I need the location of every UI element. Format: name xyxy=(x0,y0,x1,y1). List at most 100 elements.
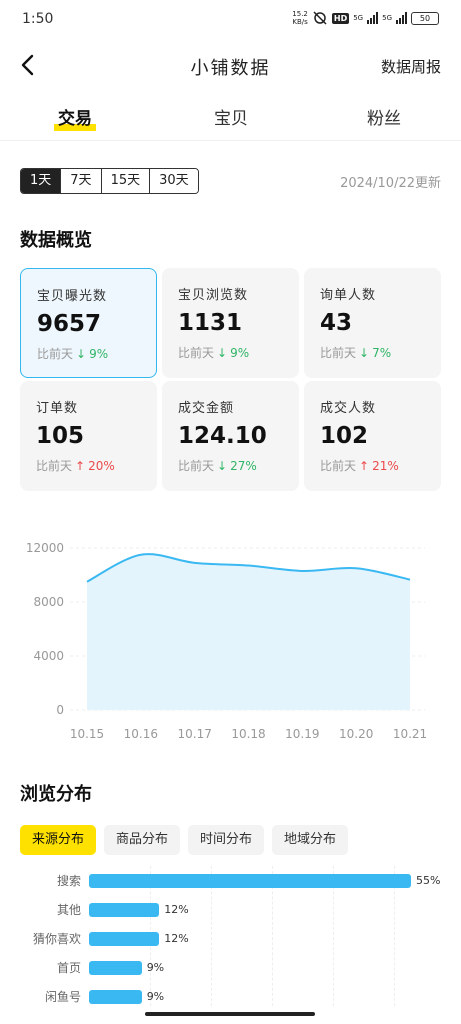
card-label: 宝贝曝光数 xyxy=(37,289,108,304)
card-delta: 9% xyxy=(89,346,109,361)
overview-title: 数据概览 xyxy=(20,230,92,251)
range-option-7d[interactable]: 7天 xyxy=(61,169,102,193)
x-tick-label: 10.18 xyxy=(231,727,265,741)
home-indicator xyxy=(145,1012,315,1016)
status-icons: 15.2 KB/s HD 5G 5G 50 xyxy=(292,10,439,26)
weekly-report-button[interactable]: 数据周报 xyxy=(381,56,441,77)
tab-fans[interactable]: 粉丝 xyxy=(367,104,401,129)
x-tick-label: 10.16 xyxy=(124,727,158,741)
bar-fill[interactable] xyxy=(89,990,142,1004)
card-value: 1131 xyxy=(178,310,243,336)
x-tick-label: 10.20 xyxy=(339,727,373,741)
date-range-selector: 1天 7天 15天 30天 xyxy=(20,168,199,194)
net-speed-unit: KB/s xyxy=(292,18,308,26)
compare-label: 比前天 xyxy=(320,346,357,360)
compare-label: 比前天 xyxy=(320,459,357,473)
card-label: 成交人数 xyxy=(320,401,377,416)
bar-value-label: 9% xyxy=(146,961,165,974)
compare-label: 比前天 xyxy=(178,346,215,360)
tab-time-distribution[interactable]: 时间分布 xyxy=(188,825,265,855)
signal-label-2: 5G xyxy=(382,13,392,22)
bar-label: 其他 xyxy=(56,903,81,917)
bar-row: 闲鱼号 9% xyxy=(0,989,461,1005)
nav-bar: 小铺数据 数据周报 xyxy=(0,44,461,88)
bar-label: 首页 xyxy=(56,961,81,975)
source-bar-chart: 搜索 55% 其他 12% 猜你喜欢 12% 首页 9% 闲鱼号 9% xyxy=(0,866,461,1016)
bar-fill[interactable] xyxy=(89,874,411,888)
card-delta: 9% xyxy=(230,345,250,360)
bar-fill[interactable] xyxy=(89,903,160,917)
net-speed-value: 15.2 xyxy=(292,10,308,18)
stat-card-inquiries[interactable]: 询单人数 43 比前天 ↓ 7% xyxy=(304,268,441,378)
alarm-muted-icon xyxy=(313,11,327,25)
tab-items[interactable]: 宝贝 xyxy=(214,104,248,129)
tab-region-distribution[interactable]: 地域分布 xyxy=(272,825,349,855)
distribution-tabs: 来源分布 商品分布 时间分布 地域分布 xyxy=(20,825,349,855)
card-delta: 20% xyxy=(88,458,115,473)
y-tick-label: 8000 xyxy=(33,595,64,609)
tab-trade-label: 交易 xyxy=(58,109,92,129)
bar-label: 猜你喜欢 xyxy=(32,932,81,946)
tab-product-distribution[interactable]: 商品分布 xyxy=(104,825,181,855)
card-compare: 比前天 ↑ 21% xyxy=(320,457,399,474)
compare-label: 比前天 xyxy=(178,459,215,473)
range-option-15d[interactable]: 15天 xyxy=(101,169,151,193)
bar-fill[interactable] xyxy=(89,932,160,946)
status-bar: 1:50 15.2 KB/s HD 5G 5G 50 xyxy=(0,0,461,40)
stat-card-orders[interactable]: 订单数 105 比前天 ↑ 20% xyxy=(20,381,157,491)
y-tick-label: 4000 xyxy=(33,649,64,663)
card-compare: 比前天 ↓ 9% xyxy=(178,344,249,361)
arrow-up-icon: ↑ xyxy=(75,458,86,473)
card-compare: 比前天 ↓ 9% xyxy=(37,345,108,362)
card-label: 询单人数 xyxy=(320,288,377,303)
distribution-title: 浏览分布 xyxy=(20,784,92,805)
overview-cards: 宝贝曝光数 9657 比前天 ↓ 9% 宝贝浏览数 1131 比前天 ↓ 9% … xyxy=(20,268,441,491)
signal-label-1: 5G xyxy=(353,13,364,22)
card-value: 124.10 xyxy=(178,423,267,449)
x-tick-label: 10.17 xyxy=(177,727,211,741)
card-label: 订单数 xyxy=(36,401,79,416)
bar-value-label: 12% xyxy=(164,903,189,916)
x-tick-label: 10.21 xyxy=(393,727,427,741)
bar-fill[interactable] xyxy=(89,961,142,975)
x-tick-label: 10.19 xyxy=(285,727,319,741)
arrow-down-icon: ↓ xyxy=(76,346,87,361)
card-value: 105 xyxy=(36,423,85,449)
compare-label: 比前天 xyxy=(37,347,74,361)
card-compare: 比前天 ↓ 27% xyxy=(178,457,257,474)
bar-row: 首页 9% xyxy=(0,960,461,976)
stat-card-gmv[interactable]: 成交金额 124.10 比前天 ↓ 27% xyxy=(162,381,299,491)
card-compare: 比前天 ↑ 20% xyxy=(36,457,115,474)
card-value: 102 xyxy=(320,423,369,449)
stat-card-exposure[interactable]: 宝贝曝光数 9657 比前天 ↓ 9% xyxy=(20,268,157,378)
signal-icon xyxy=(396,12,407,24)
signal-icon xyxy=(367,12,379,24)
battery-icon: 50 xyxy=(411,11,439,25)
stat-card-buyers[interactable]: 成交人数 102 比前天 ↑ 21% xyxy=(304,381,441,491)
card-delta: 27% xyxy=(230,458,257,473)
net-speed: 15.2 KB/s xyxy=(292,10,308,26)
arrow-down-icon: ↓ xyxy=(217,458,228,473)
tab-source-distribution[interactable]: 来源分布 xyxy=(20,825,97,855)
bar-row: 搜索 55% xyxy=(0,873,461,889)
arrow-down-icon: ↓ xyxy=(217,345,228,360)
stat-card-views[interactable]: 宝贝浏览数 1131 比前天 ↓ 9% xyxy=(162,268,299,378)
card-value: 43 xyxy=(320,310,353,336)
main-tabs: 交易 宝贝 粉丝 xyxy=(0,96,461,141)
arrow-down-icon: ↓ xyxy=(359,345,370,360)
y-tick-label: 12000 xyxy=(26,541,64,555)
range-option-1d[interactable]: 1天 xyxy=(21,169,62,193)
card-label: 宝贝浏览数 xyxy=(178,288,249,303)
bar-value-label: 12% xyxy=(164,932,189,945)
tab-trade[interactable]: 交易 xyxy=(54,104,96,131)
card-label: 成交金额 xyxy=(178,401,235,416)
card-delta: 21% xyxy=(372,458,399,473)
range-option-30d[interactable]: 30天 xyxy=(150,169,198,193)
bar-value-label: 9% xyxy=(146,990,165,1003)
compare-label: 比前天 xyxy=(36,459,73,473)
bar-label: 搜索 xyxy=(56,874,81,888)
chart-area-fill xyxy=(87,554,410,710)
y-tick-label: 0 xyxy=(56,703,64,717)
trend-area-chart: 0 4000 8000 12000 10.15 10.16 10.17 10.18 10.19… xyxy=(26,541,427,741)
x-tick-label: 10.15 xyxy=(70,727,104,741)
